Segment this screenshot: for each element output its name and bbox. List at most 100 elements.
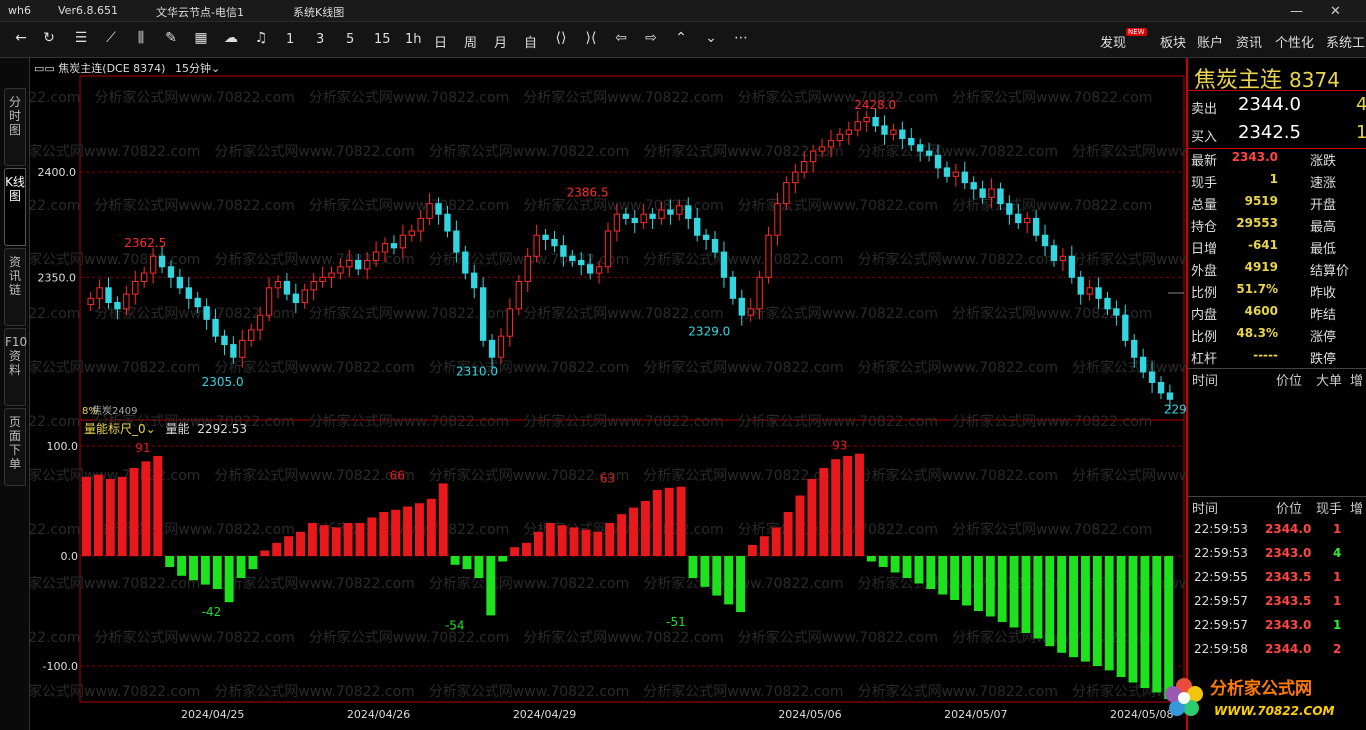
candle-body <box>426 203 433 219</box>
line-chart-icon[interactable]: ⟋ <box>100 30 122 46</box>
candle-body <box>613 213 621 232</box>
tab-f10[interactable]: F10资料 <box>4 328 27 406</box>
period-15m[interactable]: 15 <box>374 32 391 47</box>
candle-body <box>908 137 915 146</box>
refresh-icon[interactable]: ↻ <box>38 30 60 46</box>
tab-news-chain[interactable]: 资讯链 <box>4 248 26 326</box>
period-select[interactable]: 15分钟⌄ <box>175 62 220 75</box>
candle-body <box>711 238 719 253</box>
candle-body <box>96 287 103 299</box>
period-1h[interactable]: 1h <box>405 32 422 47</box>
volume-bar <box>676 486 686 556</box>
candle-body <box>444 213 451 232</box>
period-3m[interactable]: 3 <box>316 32 324 47</box>
candle-body <box>185 287 192 299</box>
volume-bar <box>331 527 341 556</box>
period-1m[interactable]: 1 <box>286 32 294 47</box>
tab-timeshare[interactable]: 分时图 <box>4 88 26 166</box>
candle-body <box>1041 234 1049 247</box>
down-icon[interactable]: ⌄ <box>700 30 722 46</box>
quote-row-value: 9519 <box>1244 194 1278 208</box>
zoom-in-icon[interactable]: ⟨⟩ <box>550 30 572 46</box>
period-5m[interactable]: 5 <box>346 32 354 47</box>
menu-sector[interactable]: 板块 <box>1160 32 1186 51</box>
tick-volume: 1 <box>1333 522 1342 536</box>
candle-body <box>221 335 228 346</box>
candle-body <box>1015 213 1022 224</box>
menu-system[interactable]: 系统工 <box>1326 32 1365 51</box>
quote-row-label2: 最低 <box>1310 242 1337 257</box>
volume-bar <box>545 523 555 556</box>
volume-bar <box>985 556 995 617</box>
back-icon[interactable]: ← <box>10 30 32 46</box>
period-day[interactable]: 日 <box>434 32 447 51</box>
menu-personalize[interactable]: 个性化 <box>1275 32 1314 51</box>
close-icon[interactable]: ✕ <box>1330 4 1341 19</box>
volume-bar <box>997 556 1007 622</box>
candle-body <box>479 287 487 341</box>
candle-body <box>462 251 469 274</box>
period-custom[interactable]: 自 <box>524 32 537 51</box>
left-arrow-icon[interactable]: ⇦ <box>610 30 632 46</box>
tab-order[interactable]: 页面下单 <box>4 408 26 486</box>
watermark-text: 分析家公式网www.70822.com 分析家公式网www.70822.com … <box>30 359 1186 376</box>
candle-body <box>364 259 371 270</box>
volume-bar <box>724 556 734 605</box>
minimize-icon[interactable]: — <box>1290 4 1303 19</box>
logo-text: 分析家公式网 <box>1210 678 1312 699</box>
candle-body <box>640 213 647 224</box>
candle-body <box>319 276 326 282</box>
more-icon[interactable]: ⋯ <box>730 30 752 46</box>
volume-bar <box>498 556 508 562</box>
volume-bar <box>890 556 900 573</box>
chart-header: ▭▭ 焦炭主连(DCE 8374) 15分钟⌄ <box>34 60 220 76</box>
x-tick-label: 2024/04/25 <box>181 708 244 721</box>
tick-row: 22:59:57 2343.0 1 <box>1188 618 1366 642</box>
tick-price: 2344.0 <box>1265 522 1312 536</box>
quote-row-value: -641 <box>1247 238 1278 252</box>
kline-chart[interactable]: 分析家公式网www.70822.com 分析家公式网www.70822.com … <box>30 58 1186 730</box>
kline-icon[interactable]: ⫼ <box>130 30 152 46</box>
tick-price: 2343.5 <box>1265 594 1312 608</box>
menu-discover[interactable]: 发现 <box>1100 32 1126 51</box>
tab-kline[interactable]: K线图 <box>4 168 26 246</box>
header-bigorder: 大单 <box>1316 374 1343 389</box>
candle-body <box>988 188 995 198</box>
candle-body <box>488 339 496 358</box>
volume-bar <box>1104 556 1114 671</box>
candle-body <box>515 280 522 310</box>
menu-account[interactable]: 账户 <box>1197 32 1223 51</box>
cloud-icon[interactable]: ☁ <box>220 30 242 46</box>
bell-icon[interactable]: ♫ <box>250 30 272 46</box>
tick-header-volume: 现手 <box>1316 502 1343 517</box>
quote-row-label2: 昨结 <box>1310 308 1337 323</box>
list-icon[interactable]: ☰ <box>70 30 92 46</box>
menu-news[interactable]: 资讯 <box>1236 32 1262 51</box>
candle-body <box>149 255 157 274</box>
server-name[interactable]: 文华云节点-电信1 <box>156 4 244 20</box>
tick-time: 22:59:55 <box>1194 570 1248 584</box>
panel-icon[interactable]: ▭▭ <box>34 62 55 75</box>
volume-bar <box>1128 556 1138 683</box>
volume-bar <box>367 517 377 556</box>
candle-body <box>167 266 175 278</box>
volume-bar <box>200 556 210 585</box>
candle-body <box>230 344 237 358</box>
period-week[interactable]: 周 <box>464 32 477 51</box>
volume-bar <box>759 536 769 556</box>
up-icon[interactable]: ⌃ <box>670 30 692 46</box>
tick-row: 22:59:57 2343.5 1 <box>1188 594 1366 618</box>
candle-body <box>1131 339 1138 358</box>
candle-body <box>792 171 799 184</box>
right-arrow-icon[interactable]: ⇨ <box>640 30 662 46</box>
candle-body <box>408 230 415 236</box>
period-month[interactable]: 月 <box>494 32 507 51</box>
volume-bar <box>248 556 258 570</box>
draw-icon[interactable]: ✎ <box>160 30 182 46</box>
grid-icon[interactable]: ▦ <box>190 30 212 46</box>
candle-body <box>970 182 977 190</box>
indicator-select[interactable]: 量能标尺_0⌄ <box>84 422 156 436</box>
zoom-out-icon[interactable]: ⟩⟨ <box>580 30 602 46</box>
candle-body <box>372 251 380 261</box>
new-badge: NEW <box>1126 28 1147 36</box>
